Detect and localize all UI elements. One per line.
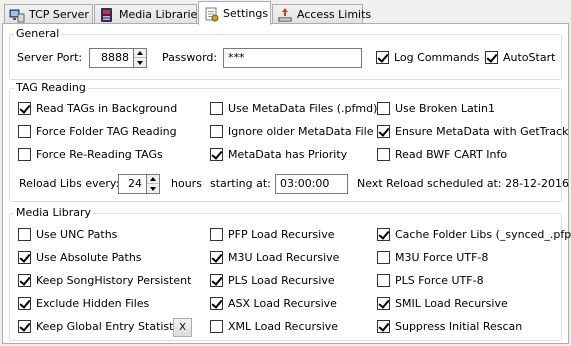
smil-load-recursive-checkbox[interactable] — [377, 297, 390, 310]
keep-global-entry-statistic-label: Keep Global Entry Statistic — [36, 320, 183, 333]
use-unc-paths-label: Use UNC Paths — [36, 228, 118, 241]
reload-libs-label: Reload Libs every: — [19, 177, 120, 190]
ignore-older-metadata-file-checkbox[interactable] — [210, 125, 223, 138]
pls-force-utf-8-label: PLS Force UTF-8 — [395, 274, 484, 287]
pls-load-recursive-label: PLS Load Recursive — [228, 274, 335, 287]
server-port-label: Server Port: — [17, 51, 83, 64]
media-libraries-icon — [99, 7, 115, 23]
pls-load-recursive-checkbox[interactable] — [210, 274, 223, 287]
clear-statistics-button[interactable]: X — [173, 318, 192, 337]
force-folder-tag-reading-checkbox[interactable] — [18, 125, 31, 138]
asx-load-recursive-label: ASX Load Recursive — [228, 297, 337, 310]
next-reload-text: Next Reload scheduled at: 28-12-2016 03:… — [357, 177, 571, 190]
use-broken-latin1-checkbox[interactable] — [377, 102, 390, 115]
spin-down-arrow-icon[interactable] — [134, 58, 146, 67]
xml-load-recursive-label: XML Load Recursive — [228, 320, 339, 333]
tag-reading-group: TAG Reading Read TAGs in Background Use M… — [9, 81, 571, 202]
tab-label: Settings — [223, 7, 269, 20]
media-library-group: Media Library Use UNC Paths PFP Load Recu… — [9, 206, 571, 341]
password-input[interactable]: *** — [223, 48, 362, 68]
autostart-label: AutoStart — [503, 51, 556, 64]
reload-hours-spinner[interactable] — [147, 174, 160, 194]
general-group: General Server Port: 8888 Password: *** … — [9, 27, 562, 80]
keep-global-entry-statistic-checkbox[interactable] — [18, 320, 31, 333]
server-port-spinner[interactable] — [134, 48, 147, 68]
metadata-has-priority-label: MetaData has Priority — [228, 148, 348, 161]
autostart-checkbox[interactable] — [485, 51, 498, 64]
cache-folder-libs-synced-pfp-label: Cache Folder Libs (_synced_.pfp) — [395, 228, 571, 241]
general-group-title: General — [14, 27, 62, 40]
password-label: Password: — [162, 51, 218, 64]
tab-access-limits[interactable]: Access Limits — [272, 4, 371, 24]
m3u-force-utf-8-checkbox[interactable] — [377, 251, 390, 264]
settings-panel: General Server Port: 8888 Password: *** … — [2, 23, 571, 344]
read-bwf-cart-info-checkbox[interactable] — [377, 148, 390, 161]
use-absolute-paths-checkbox[interactable] — [18, 251, 31, 264]
ignore-older-metadata-file-label: Ignore older MetaData File — [228, 125, 374, 138]
tab-settings[interactable]: Settings — [198, 1, 271, 25]
hours-label: hours — [171, 177, 202, 190]
tab-media-libraries[interactable]: Media Libraries — [94, 4, 203, 24]
pfp-load-recursive-label: PFP Load Recursive — [228, 228, 335, 241]
m3u-load-recursive-checkbox[interactable] — [210, 251, 223, 264]
tab-label: Access Limits — [297, 8, 372, 21]
force-re-reading-tags-checkbox[interactable] — [18, 148, 31, 161]
server-port-input[interactable]: 8888 — [89, 48, 134, 68]
pfp-load-recursive-checkbox[interactable] — [210, 228, 223, 241]
force-re-reading-tags-label: Force Re-Reading TAGs — [36, 148, 163, 161]
exclude-hidden-files-checkbox[interactable] — [18, 297, 31, 310]
m3u-load-recursive-label: M3U Load Recursive — [228, 251, 340, 264]
reload-hours-input[interactable]: 24 — [118, 174, 147, 194]
keep-songhistory-persistent-label: Keep SongHistory Persistent — [36, 274, 192, 287]
use-metadata-files-pfmd-checkbox[interactable] — [210, 102, 223, 115]
log-commands-label: Log Commands — [394, 51, 480, 64]
starting-at-time-input[interactable]: 03:00:00 — [275, 174, 348, 194]
ensure-metadata-with-gettrack-checkbox[interactable] — [377, 125, 390, 138]
spin-up-arrow-icon[interactable] — [134, 49, 146, 58]
suppress-initial-rescan-checkbox[interactable] — [377, 320, 390, 333]
network-icon — [9, 7, 25, 23]
xml-load-recursive-checkbox[interactable] — [210, 320, 223, 333]
use-absolute-paths-label: Use Absolute Paths — [36, 251, 142, 264]
access-limits-icon — [277, 7, 293, 23]
use-broken-latin1-label: Use Broken Latin1 — [395, 102, 496, 115]
force-folder-tag-reading-label: Force Folder TAG Reading — [36, 125, 177, 138]
tab-strip: TCP Server Media Libraries Settings Acce… — [0, 0, 571, 25]
tab-tcp-server[interactable]: TCP Server — [4, 4, 93, 24]
smil-load-recursive-label: SMIL Load Recursive — [395, 297, 508, 310]
ensure-metadata-with-gettrack-label: Ensure MetaData with GetTrack — [395, 125, 569, 138]
log-commands-checkbox[interactable] — [376, 51, 389, 64]
settings-icon — [203, 6, 219, 22]
tab-label: Media Libraries — [119, 8, 204, 21]
use-unc-paths-checkbox[interactable] — [18, 228, 31, 241]
keep-songhistory-persistent-checkbox[interactable] — [18, 274, 31, 287]
starting-at-label: starting at: — [210, 177, 271, 190]
use-metadata-files-pfmd-label: Use MetaData Files (.pfmd) — [228, 102, 378, 115]
suppress-initial-rescan-label: Suppress Initial Rescan — [395, 320, 523, 333]
read-tags-in-background-label: Read TAGs in Background — [36, 102, 178, 115]
read-bwf-cart-info-label: Read BWF CART Info — [395, 148, 508, 161]
cache-folder-libs-synced-pfp-checkbox[interactable] — [377, 228, 390, 241]
pls-force-utf-8-checkbox[interactable] — [377, 274, 390, 287]
spin-up-arrow-icon[interactable] — [147, 175, 159, 184]
exclude-hidden-files-label: Exclude Hidden Files — [36, 297, 150, 310]
spin-down-arrow-icon[interactable] — [147, 184, 159, 193]
tag-reading-group-title: TAG Reading — [14, 81, 88, 94]
read-tags-in-background-checkbox[interactable] — [18, 102, 31, 115]
tab-label: TCP Server — [29, 8, 89, 21]
m3u-force-utf-8-label: M3U Force UTF-8 — [395, 251, 489, 264]
asx-load-recursive-checkbox[interactable] — [210, 297, 223, 310]
metadata-has-priority-checkbox[interactable] — [210, 148, 223, 161]
media-library-group-title: Media Library — [14, 206, 93, 219]
